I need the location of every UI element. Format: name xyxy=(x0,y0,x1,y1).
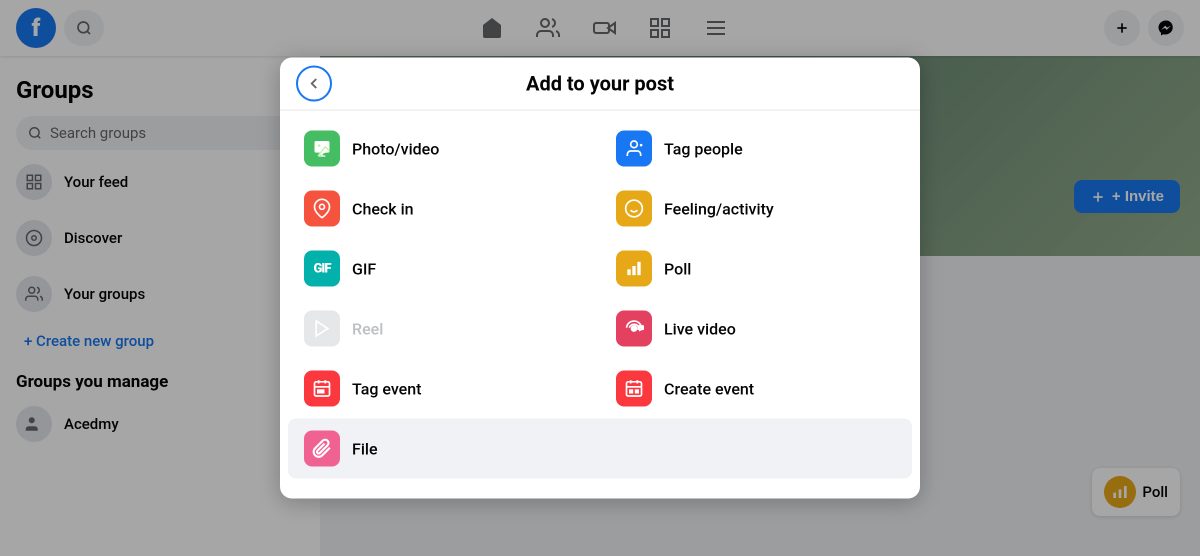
check-in-label: Check in xyxy=(352,199,414,218)
check-in-icon xyxy=(304,191,340,227)
create-event-icon xyxy=(616,371,652,407)
poll-modal-icon xyxy=(616,251,652,287)
modal-header: Add to your post xyxy=(280,58,920,111)
file-icon xyxy=(304,431,340,467)
modal-item-feeling[interactable]: Feeling/activity xyxy=(600,179,912,239)
modal-item-check-in[interactable]: Check in xyxy=(288,179,600,239)
gif-label: GIF xyxy=(352,259,376,278)
feeling-label: Feeling/activity xyxy=(664,199,774,218)
modal-title: Add to your post xyxy=(526,72,674,96)
tag-event-label: Tag event xyxy=(352,379,422,398)
tag-people-label: Tag people xyxy=(664,139,743,158)
modal-item-gif[interactable]: GIF GIF xyxy=(288,239,600,299)
tag-event-icon xyxy=(304,371,340,407)
photo-video-label: Photo/video xyxy=(352,139,439,158)
feeling-icon xyxy=(616,191,652,227)
modal-items-grid: Photo/video Tag people Check in Feeling/… xyxy=(280,111,920,491)
live-video-label: Live video xyxy=(664,319,736,338)
modal-item-tag-event[interactable]: Tag event xyxy=(288,359,600,419)
live-video-icon xyxy=(616,311,652,347)
modal-item-live-video[interactable]: Live video xyxy=(600,299,912,359)
poll-modal-label: Poll xyxy=(664,259,691,278)
gif-icon: GIF xyxy=(304,251,340,287)
modal-item-file[interactable]: File xyxy=(288,419,912,479)
modal-back-button[interactable] xyxy=(296,66,332,102)
file-label: File xyxy=(352,439,378,458)
create-event-label: Create event xyxy=(664,379,754,398)
modal-item-photo-video[interactable]: Photo/video xyxy=(288,119,600,179)
modal-item-create-event[interactable]: Create event xyxy=(600,359,912,419)
modal-item-poll[interactable]: Poll xyxy=(600,239,912,299)
photo-video-icon xyxy=(304,131,340,167)
reel-label: Reel xyxy=(352,319,383,338)
modal-item-tag-people[interactable]: Tag people xyxy=(600,119,912,179)
tag-people-icon xyxy=(616,131,652,167)
add-to-post-modal: Add to your post Photo/video Tag people … xyxy=(280,58,920,499)
modal-item-reel[interactable]: Reel xyxy=(288,299,600,359)
reel-icon xyxy=(304,311,340,347)
